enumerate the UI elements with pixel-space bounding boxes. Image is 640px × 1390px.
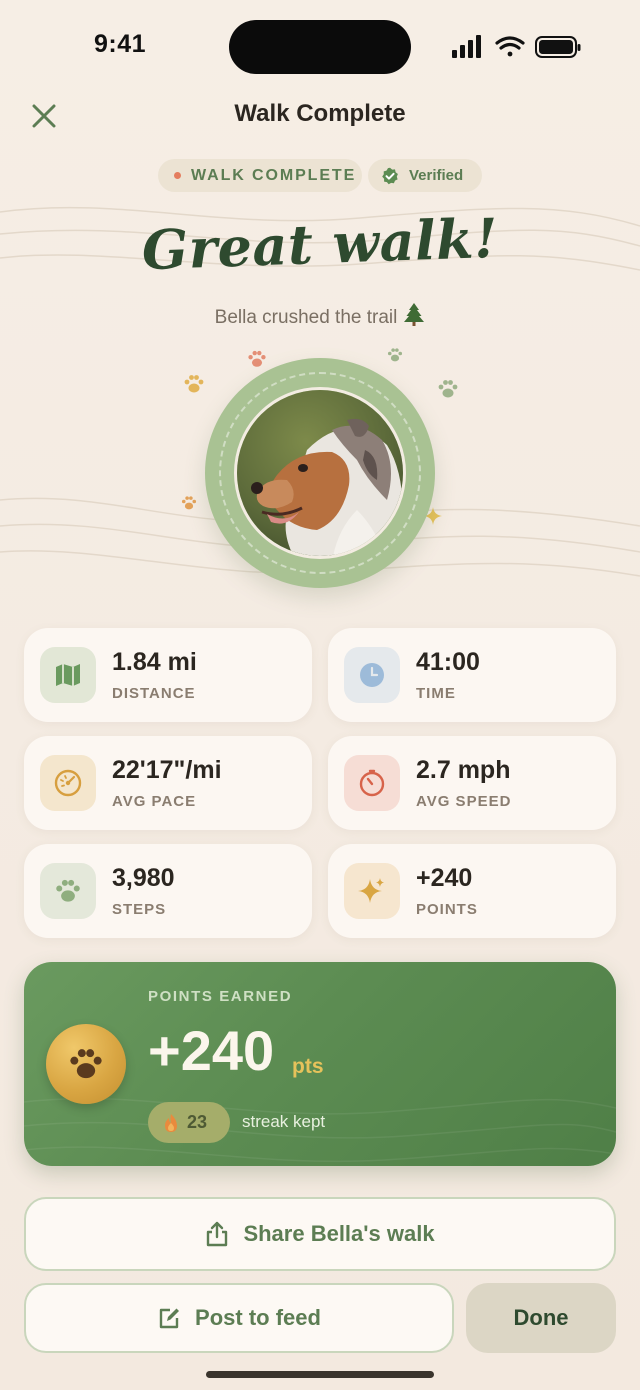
avg-speed-label: AVG SPEED — [416, 793, 512, 810]
share-walk-button[interactable]: Share Bella's walk — [24, 1197, 616, 1271]
clock-icon — [344, 647, 400, 703]
done-label: Done — [513, 1305, 569, 1330]
post-to-feed-button[interactable]: Post to feed — [24, 1283, 454, 1353]
flame-icon — [165, 1113, 177, 1132]
post-label: Post to feed — [195, 1305, 321, 1330]
subline: Bella crushed the trail — [0, 302, 640, 329]
status-dot-icon — [174, 172, 181, 179]
status-icons — [452, 35, 581, 58]
streak-count: 23 — [187, 1112, 208, 1132]
verified-check-icon — [382, 167, 398, 184]
avg-pace-label: AVG PACE — [112, 793, 197, 810]
stat-card-avg-pace: 22'17"/mi AVG PACE — [24, 736, 312, 830]
points-earned-value: +240 — [148, 1019, 275, 1082]
dog-avatar — [234, 387, 406, 559]
time-label: TIME — [416, 685, 456, 702]
steps-value: 3,980 — [112, 864, 175, 892]
stat-card-points: +240 POINTS — [328, 844, 616, 938]
battery-icon — [535, 36, 581, 58]
verified-badge: Verified — [368, 159, 482, 192]
sparkle-icon — [344, 863, 400, 919]
paw-print-icon — [387, 348, 403, 362]
points-label: POINTS — [416, 901, 478, 918]
stat-card-distance: 1.84 mi DISTANCE — [24, 628, 312, 722]
subline-text: Bella crushed the trail — [214, 307, 398, 328]
page-title: Walk Complete — [234, 100, 406, 127]
pine-tree-icon — [404, 303, 425, 326]
paw-print-icon — [248, 350, 266, 367]
map-icon — [40, 647, 96, 703]
walk-complete-label: WALK COMPLETE — [191, 166, 357, 184]
compose-icon — [159, 1308, 180, 1329]
done-button[interactable]: Done — [466, 1283, 616, 1353]
distance-label: DISTANCE — [112, 685, 196, 702]
points-value: +240 — [416, 864, 473, 892]
streak-text: streak kept — [242, 1112, 326, 1131]
home-indicator — [206, 1371, 434, 1378]
steps-label: STEPS — [112, 901, 167, 918]
walk-complete-badge: WALK COMPLETE — [158, 159, 362, 192]
pace-gauge-icon — [40, 755, 96, 811]
share-icon — [207, 1221, 228, 1247]
dynamic-island — [229, 20, 411, 74]
dog-photo-image — [237, 390, 403, 556]
stat-card-steps: 3,980 STEPS — [24, 844, 312, 938]
paw-coin-icon — [46, 1024, 126, 1104]
paw-icon — [40, 863, 96, 919]
share-label: Share Bella's walk — [243, 1221, 435, 1246]
status-time: 9:41 — [94, 30, 147, 58]
avg-pace-value: 22'17"/mi — [112, 756, 222, 784]
stat-card-avg-speed: 2.7 mph AVG SPEED — [328, 736, 616, 830]
distance-value: 1.84 mi — [112, 648, 197, 676]
wifi-icon — [495, 36, 525, 57]
paw-print-icon — [438, 380, 458, 398]
points-earned-label: POINTS EARNED — [148, 988, 293, 1005]
verified-label: Verified — [409, 167, 464, 184]
paw-print-icon — [181, 496, 197, 510]
cellular-signal-icon — [452, 35, 481, 58]
points-unit: pts — [292, 1055, 324, 1078]
stat-card-time: 41:00 TIME — [328, 628, 616, 722]
speedometer-icon — [344, 755, 400, 811]
avg-speed-value: 2.7 mph — [416, 756, 511, 784]
time-value: 41:00 — [416, 648, 480, 676]
paw-print-icon — [184, 375, 204, 393]
streak-badge: 23 — [148, 1102, 230, 1143]
